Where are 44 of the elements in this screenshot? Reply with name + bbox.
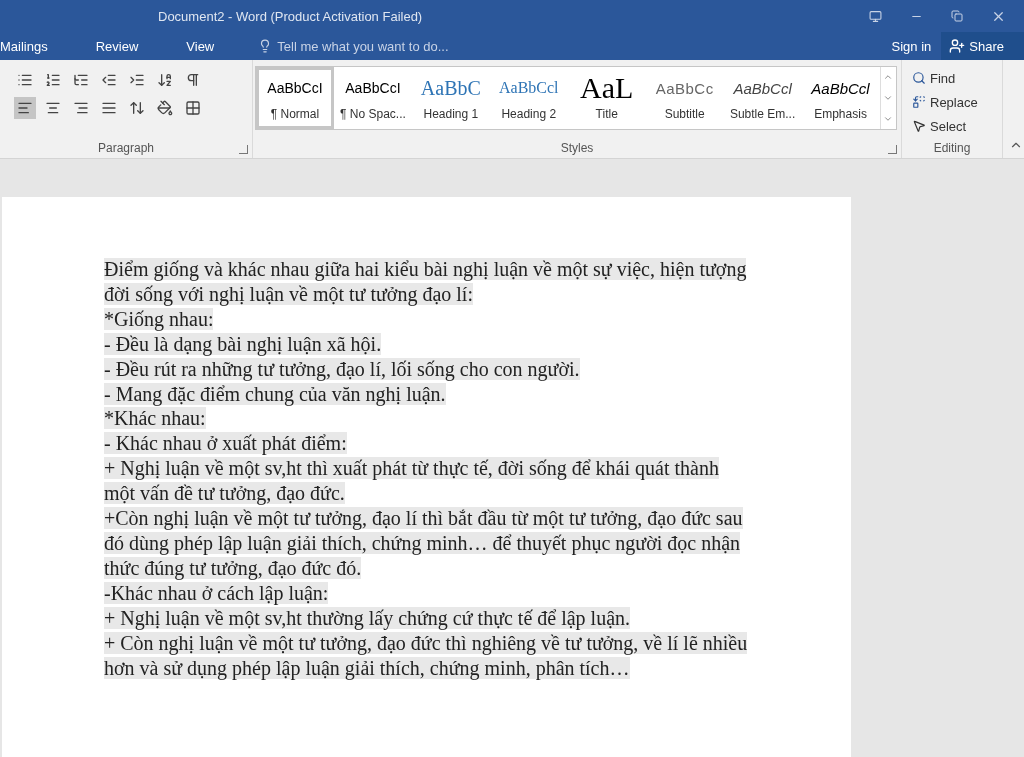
sort-icon[interactable] <box>157 72 173 88</box>
numbering-icon[interactable] <box>45 72 61 88</box>
borders-icon[interactable] <box>185 100 201 116</box>
align-icon <box>101 100 117 116</box>
select-button[interactable]: Select <box>902 114 1002 138</box>
style-item[interactable]: AaBbCcl Heading 2 <box>489 67 568 129</box>
style-item[interactable]: AaL Title <box>567 67 646 129</box>
share-button[interactable]: Share <box>941 32 1024 60</box>
launcher-icon[interactable] <box>239 145 248 154</box>
pointer-icon <box>912 119 926 133</box>
ribbon-tab[interactable]: Mailings <box>0 32 48 60</box>
style-item[interactable]: AaBbCcI ¶ No Spac... <box>333 67 412 129</box>
group-label: Styles <box>560 141 594 157</box>
style-item[interactable]: AaBbCc Subtitle <box>645 67 724 129</box>
find-button[interactable]: Find <box>902 66 1002 90</box>
group-label: Paragraph <box>97 141 154 157</box>
line-spacing-icon[interactable] <box>129 100 145 116</box>
align-button[interactable] <box>14 97 36 119</box>
align-icon <box>17 100 33 116</box>
style-item[interactable]: AaBbCcI ¶ Normal <box>256 67 334 129</box>
increase-indent-icon[interactable] <box>129 72 145 88</box>
restore-icon[interactable] <box>951 10 963 22</box>
launcher-icon[interactable] <box>888 145 897 154</box>
shading-icon[interactable] <box>157 100 173 116</box>
sign-in-link[interactable]: Sign in <box>891 38 932 54</box>
style-item[interactable]: AaBbCcl Emphasis <box>801 67 880 129</box>
pilcrow-icon[interactable] <box>185 72 201 88</box>
tell-me-field[interactable]: Tell me what you want to do... <box>277 38 449 54</box>
ribbon-tab[interactable]: View <box>186 32 215 60</box>
ribbon-tab[interactable]: Review <box>95 32 139 60</box>
style-item[interactable]: AaBbC Heading 1 <box>411 67 490 129</box>
bullets-icon[interactable] <box>17 72 33 88</box>
replace-icon <box>912 95 926 109</box>
person-icon <box>949 38 966 54</box>
multilevel-list-icon[interactable] <box>73 72 89 88</box>
window-title: Document2 - Word (Product Activation Failed) <box>158 8 423 24</box>
replace-button[interactable]: Replace <box>902 90 1002 114</box>
group-label: Editing <box>933 141 971 157</box>
decrease-indent-icon[interactable] <box>101 72 117 88</box>
search-icon <box>912 71 926 85</box>
display-icon[interactable] <box>869 9 882 23</box>
align-icon <box>73 100 89 116</box>
align-icon <box>45 100 61 116</box>
style-item[interactable]: AaBbCcl Subtle Em... <box>723 67 802 129</box>
